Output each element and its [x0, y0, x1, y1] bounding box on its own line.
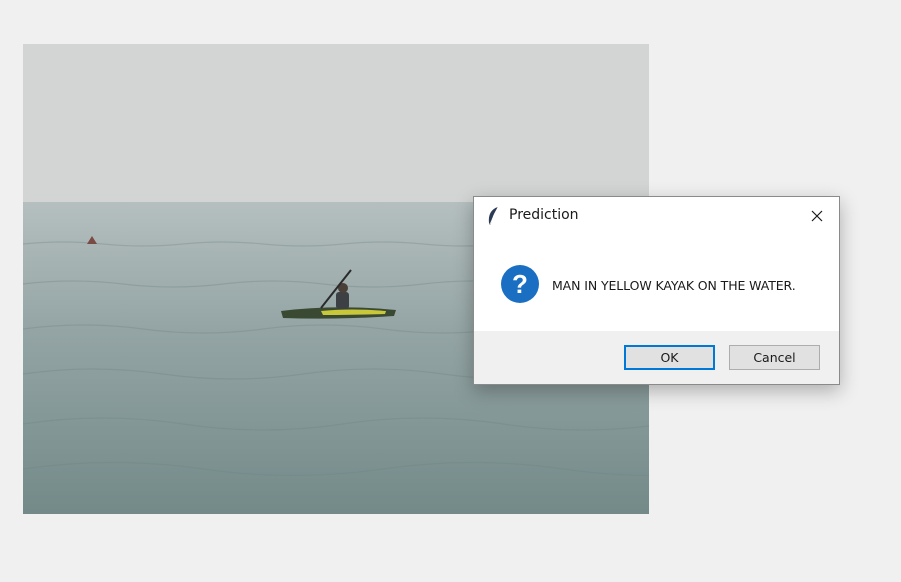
dialog-title: Prediction: [509, 207, 579, 223]
dialog-button-bar: OK Cancel: [474, 331, 839, 384]
close-icon: [811, 210, 823, 222]
ok-button[interactable]: OK: [624, 345, 715, 370]
close-button[interactable]: [799, 200, 835, 232]
dialog-message: MAN IN YELLOW KAYAK ON THE WATER.: [552, 278, 796, 293]
feather-icon: [486, 206, 500, 226]
question-icon: ?: [501, 265, 539, 303]
cancel-button[interactable]: Cancel: [729, 345, 820, 370]
dialog-titlebar[interactable]: Prediction: [474, 197, 839, 235]
dialog-message-area: ? MAN IN YELLOW KAYAK ON THE WATER.: [474, 235, 839, 331]
prediction-dialog: Prediction ? MAN IN YELLOW KAYAK ON THE …: [473, 196, 840, 385]
